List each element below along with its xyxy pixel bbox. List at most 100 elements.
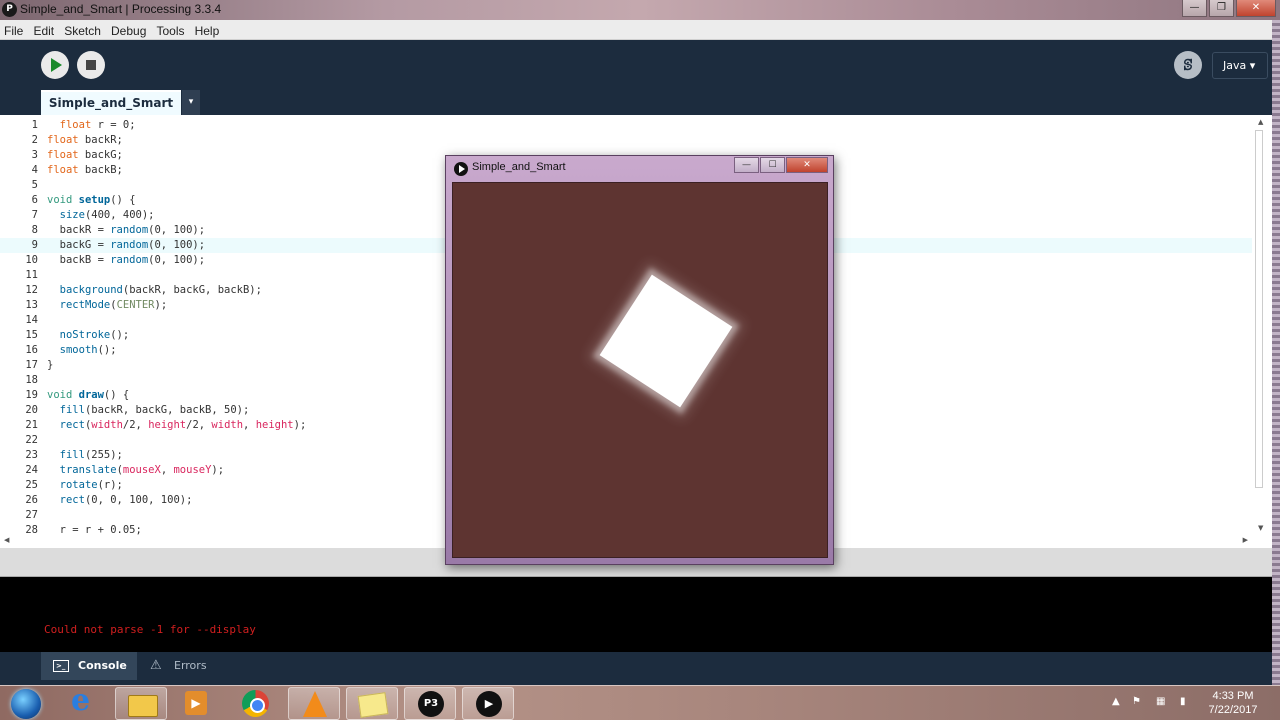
- tab-console[interactable]: >_ Console: [41, 652, 137, 680]
- stop-button[interactable]: [77, 51, 105, 79]
- vertical-scroll-thumb[interactable]: [1255, 130, 1263, 488]
- processing-icon: P: [2, 2, 17, 17]
- chrome-icon[interactable]: [230, 687, 282, 720]
- line-number: 27: [25, 509, 38, 521]
- sketch-maximize-button[interactable]: ☐: [760, 157, 785, 173]
- line-code: translate(mouseX, mouseY);: [59, 464, 225, 476]
- menu-file[interactable]: File: [0, 21, 23, 38]
- line-number: 22: [25, 434, 38, 446]
- code-line[interactable]: 2 float backR;: [0, 133, 1252, 148]
- line-number: 5: [31, 179, 38, 191]
- vlc-icon[interactable]: [288, 687, 340, 720]
- system-tray: ▲ ⚑ ▦ ▮: [1108, 686, 1198, 720]
- line-number: 2: [31, 134, 38, 146]
- sketch-taskbar-icon[interactable]: [462, 687, 514, 720]
- line-code: fill(255);: [59, 449, 123, 461]
- line-number: 17: [25, 359, 38, 371]
- line-code: float backR;: [47, 134, 123, 146]
- line-number: 28: [25, 524, 38, 535]
- sketch-minimize-button[interactable]: —: [734, 157, 759, 173]
- tab-simple-and-smart[interactable]: Simple_and_Smart: [41, 90, 181, 115]
- menu-tools[interactable]: Tools: [152, 21, 184, 38]
- line-number: 16: [25, 344, 38, 356]
- line-code: float backG;: [47, 149, 123, 161]
- line-number: 11: [25, 269, 38, 281]
- warning-icon: ⚠: [150, 658, 162, 673]
- window-titlebar: P Simple_and_Smart | Processing 3.3.4 — …: [0, 0, 1280, 20]
- line-number: 24: [25, 464, 38, 476]
- start-button[interactable]: [8, 686, 44, 720]
- window-title: Simple_and_Smart | Processing 3.3.4: [20, 2, 222, 16]
- menu-bar: File Edit Sketch Debug Tools Help: [0, 20, 1280, 40]
- line-code: noStroke();: [59, 329, 130, 341]
- processing-taskbar-icon[interactable]: [404, 687, 456, 720]
- show-hidden-icons-icon[interactable]: ▲: [1112, 696, 1120, 707]
- rotating-square: [599, 274, 733, 408]
- line-number: 19: [25, 389, 38, 401]
- window-controls: — ❐ ✕: [1182, 0, 1276, 17]
- debugger-icon[interactable]: ꕷ: [1174, 51, 1202, 79]
- line-code: rect(width/2, height/2, width, height);: [59, 419, 307, 431]
- line-number: 15: [25, 329, 38, 341]
- console-area: Could not parse -1 for --display: [0, 577, 1272, 652]
- desktop-edge: [1272, 20, 1280, 685]
- action-center-flag-icon[interactable]: ⚑: [1132, 696, 1141, 707]
- tab-menu-button[interactable]: ▾: [182, 90, 200, 115]
- sketch-canvas[interactable]: [452, 182, 828, 558]
- media-player-icon[interactable]: [172, 687, 224, 720]
- line-code: void setup() {: [47, 194, 136, 206]
- run-button[interactable]: [41, 51, 69, 79]
- taskbar-clock[interactable]: 4:33 PM 7/22/2017: [1200, 689, 1266, 717]
- code-line[interactable]: 1 float r = 0;: [0, 118, 1252, 133]
- console-tabs: >_ Console ⚠ Errors: [0, 652, 1272, 680]
- network-icon[interactable]: ▦: [1156, 696, 1165, 707]
- line-number: 20: [25, 404, 38, 416]
- sketch-window[interactable]: Simple_and_Smart — ☐ ✕: [445, 155, 834, 565]
- line-number: 9: [31, 239, 38, 251]
- line-number: 21: [25, 419, 38, 431]
- battery-icon[interactable]: ▮: [1180, 696, 1186, 707]
- menu-debug[interactable]: Debug: [107, 21, 146, 38]
- console-icon: >_: [53, 660, 69, 672]
- line-code: backR = random(0, 100);: [47, 224, 206, 236]
- line-code: void draw() {: [47, 389, 130, 401]
- tab-console-label: Console: [78, 659, 127, 672]
- file-explorer-icon[interactable]: [115, 687, 167, 720]
- sketch-window-controls: — ☐ ✕: [734, 157, 828, 173]
- line-number: 13: [25, 299, 38, 311]
- line-code: backB = random(0, 100);: [47, 254, 206, 266]
- clock-date: 7/22/2017: [1208, 704, 1258, 716]
- line-code: fill(backR, backG, backB, 50);: [59, 404, 250, 416]
- taskbar: ▲ ⚑ ▦ ▮ 4:33 PM 7/22/2017: [0, 683, 1280, 720]
- line-code: backG = random(0, 100);: [47, 239, 206, 251]
- menu-edit[interactable]: Edit: [29, 21, 54, 38]
- menu-help[interactable]: Help: [191, 21, 220, 38]
- sketch-window-title: Simple_and_Smart: [472, 161, 566, 173]
- line-code: rectMode(CENTER);: [59, 299, 168, 311]
- tab-errors-label: Errors: [174, 659, 207, 672]
- internet-explorer-icon[interactable]: [57, 683, 109, 720]
- minimize-button[interactable]: —: [1182, 0, 1207, 17]
- line-number: 3: [31, 149, 38, 161]
- tab-errors[interactable]: ⚠ Errors: [150, 652, 230, 680]
- tab-row: Simple_and_Smart ▾: [0, 90, 1272, 115]
- line-code: }: [47, 359, 54, 371]
- mode-selector[interactable]: Java ▾: [1212, 52, 1268, 79]
- line-code: r = r + 0.05;: [47, 524, 142, 535]
- menu-sketch[interactable]: Sketch: [60, 21, 101, 38]
- sticky-notes-icon[interactable]: [346, 687, 398, 720]
- line-number: 10: [25, 254, 38, 266]
- maximize-button[interactable]: ❐: [1209, 0, 1234, 17]
- line-number: 25: [25, 479, 38, 491]
- toolbar: ꕷ Java ▾: [0, 40, 1272, 90]
- line-code: float r = 0;: [59, 119, 136, 131]
- line-number: 14: [25, 314, 38, 326]
- line-number: 18: [25, 374, 38, 386]
- clock-time: 4:33 PM: [1212, 690, 1254, 702]
- line-number: 6: [31, 194, 38, 206]
- sketch-close-button[interactable]: ✕: [786, 157, 828, 173]
- line-number: 7: [31, 209, 38, 221]
- close-button[interactable]: ✕: [1236, 0, 1276, 17]
- line-code: rect(0, 0, 100, 100);: [59, 494, 193, 506]
- line-code: background(backR, backG, backB);: [59, 284, 262, 296]
